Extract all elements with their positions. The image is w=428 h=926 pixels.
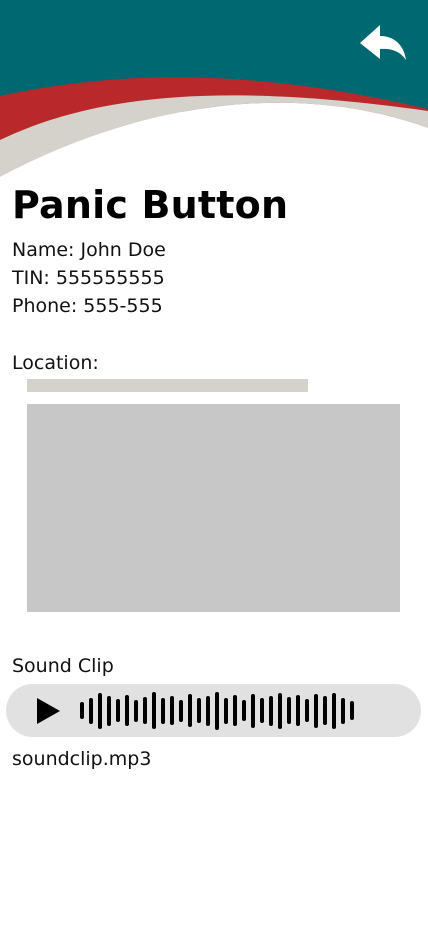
waveform-bar	[323, 696, 327, 725]
reply-arrow-icon	[360, 25, 406, 60]
waveform-bar	[224, 697, 228, 724]
waveform-bar	[89, 697, 93, 724]
sound-file-name: soundclip.mp3	[12, 748, 152, 770]
location-map-placeholder	[27, 404, 400, 612]
waveform-bar	[305, 699, 309, 722]
waveform-bar	[350, 701, 354, 720]
waveform-bar	[296, 695, 300, 726]
waveform-bar	[116, 699, 120, 722]
waveform-bar	[143, 697, 147, 724]
waveform-bar	[287, 697, 291, 724]
audio-waveform[interactable]	[80, 684, 398, 737]
name-line: Name: John Doe	[12, 239, 166, 261]
waveform-bar	[152, 692, 156, 729]
waveform-bar	[107, 695, 111, 726]
audio-player[interactable]	[6, 684, 421, 737]
waveform-bar	[332, 692, 336, 729]
location-address-placeholder	[27, 379, 308, 392]
waveform-bar	[206, 695, 210, 726]
waveform-bar	[278, 692, 282, 729]
waveform-bar	[170, 696, 174, 725]
waveform-bar	[134, 699, 138, 722]
waveform-bar	[98, 692, 102, 729]
waveform-bar	[341, 697, 345, 724]
waveform-bar	[215, 691, 219, 730]
waveform-bar	[242, 700, 246, 721]
waveform-bar	[197, 698, 201, 723]
waveform-bar	[80, 702, 84, 719]
waveform-bar	[251, 693, 255, 728]
page-title: Panic Button	[12, 183, 289, 227]
waveform-bar	[188, 694, 192, 727]
waveform-bar	[260, 698, 264, 723]
waveform-bar	[314, 693, 318, 728]
waveform-bar	[125, 695, 129, 726]
waveform-bar	[233, 695, 237, 726]
back-button[interactable]	[356, 20, 410, 66]
phone-line: Phone: 555-555	[12, 295, 163, 317]
play-icon[interactable]	[32, 696, 62, 726]
location-label: Location:	[12, 352, 99, 374]
waveform-bar	[179, 699, 183, 722]
sound-clip-label: Sound Clip	[12, 655, 114, 677]
tin-line: TIN: 555555555	[12, 267, 165, 289]
waveform-bar	[161, 697, 165, 724]
waveform-bar	[269, 695, 273, 726]
